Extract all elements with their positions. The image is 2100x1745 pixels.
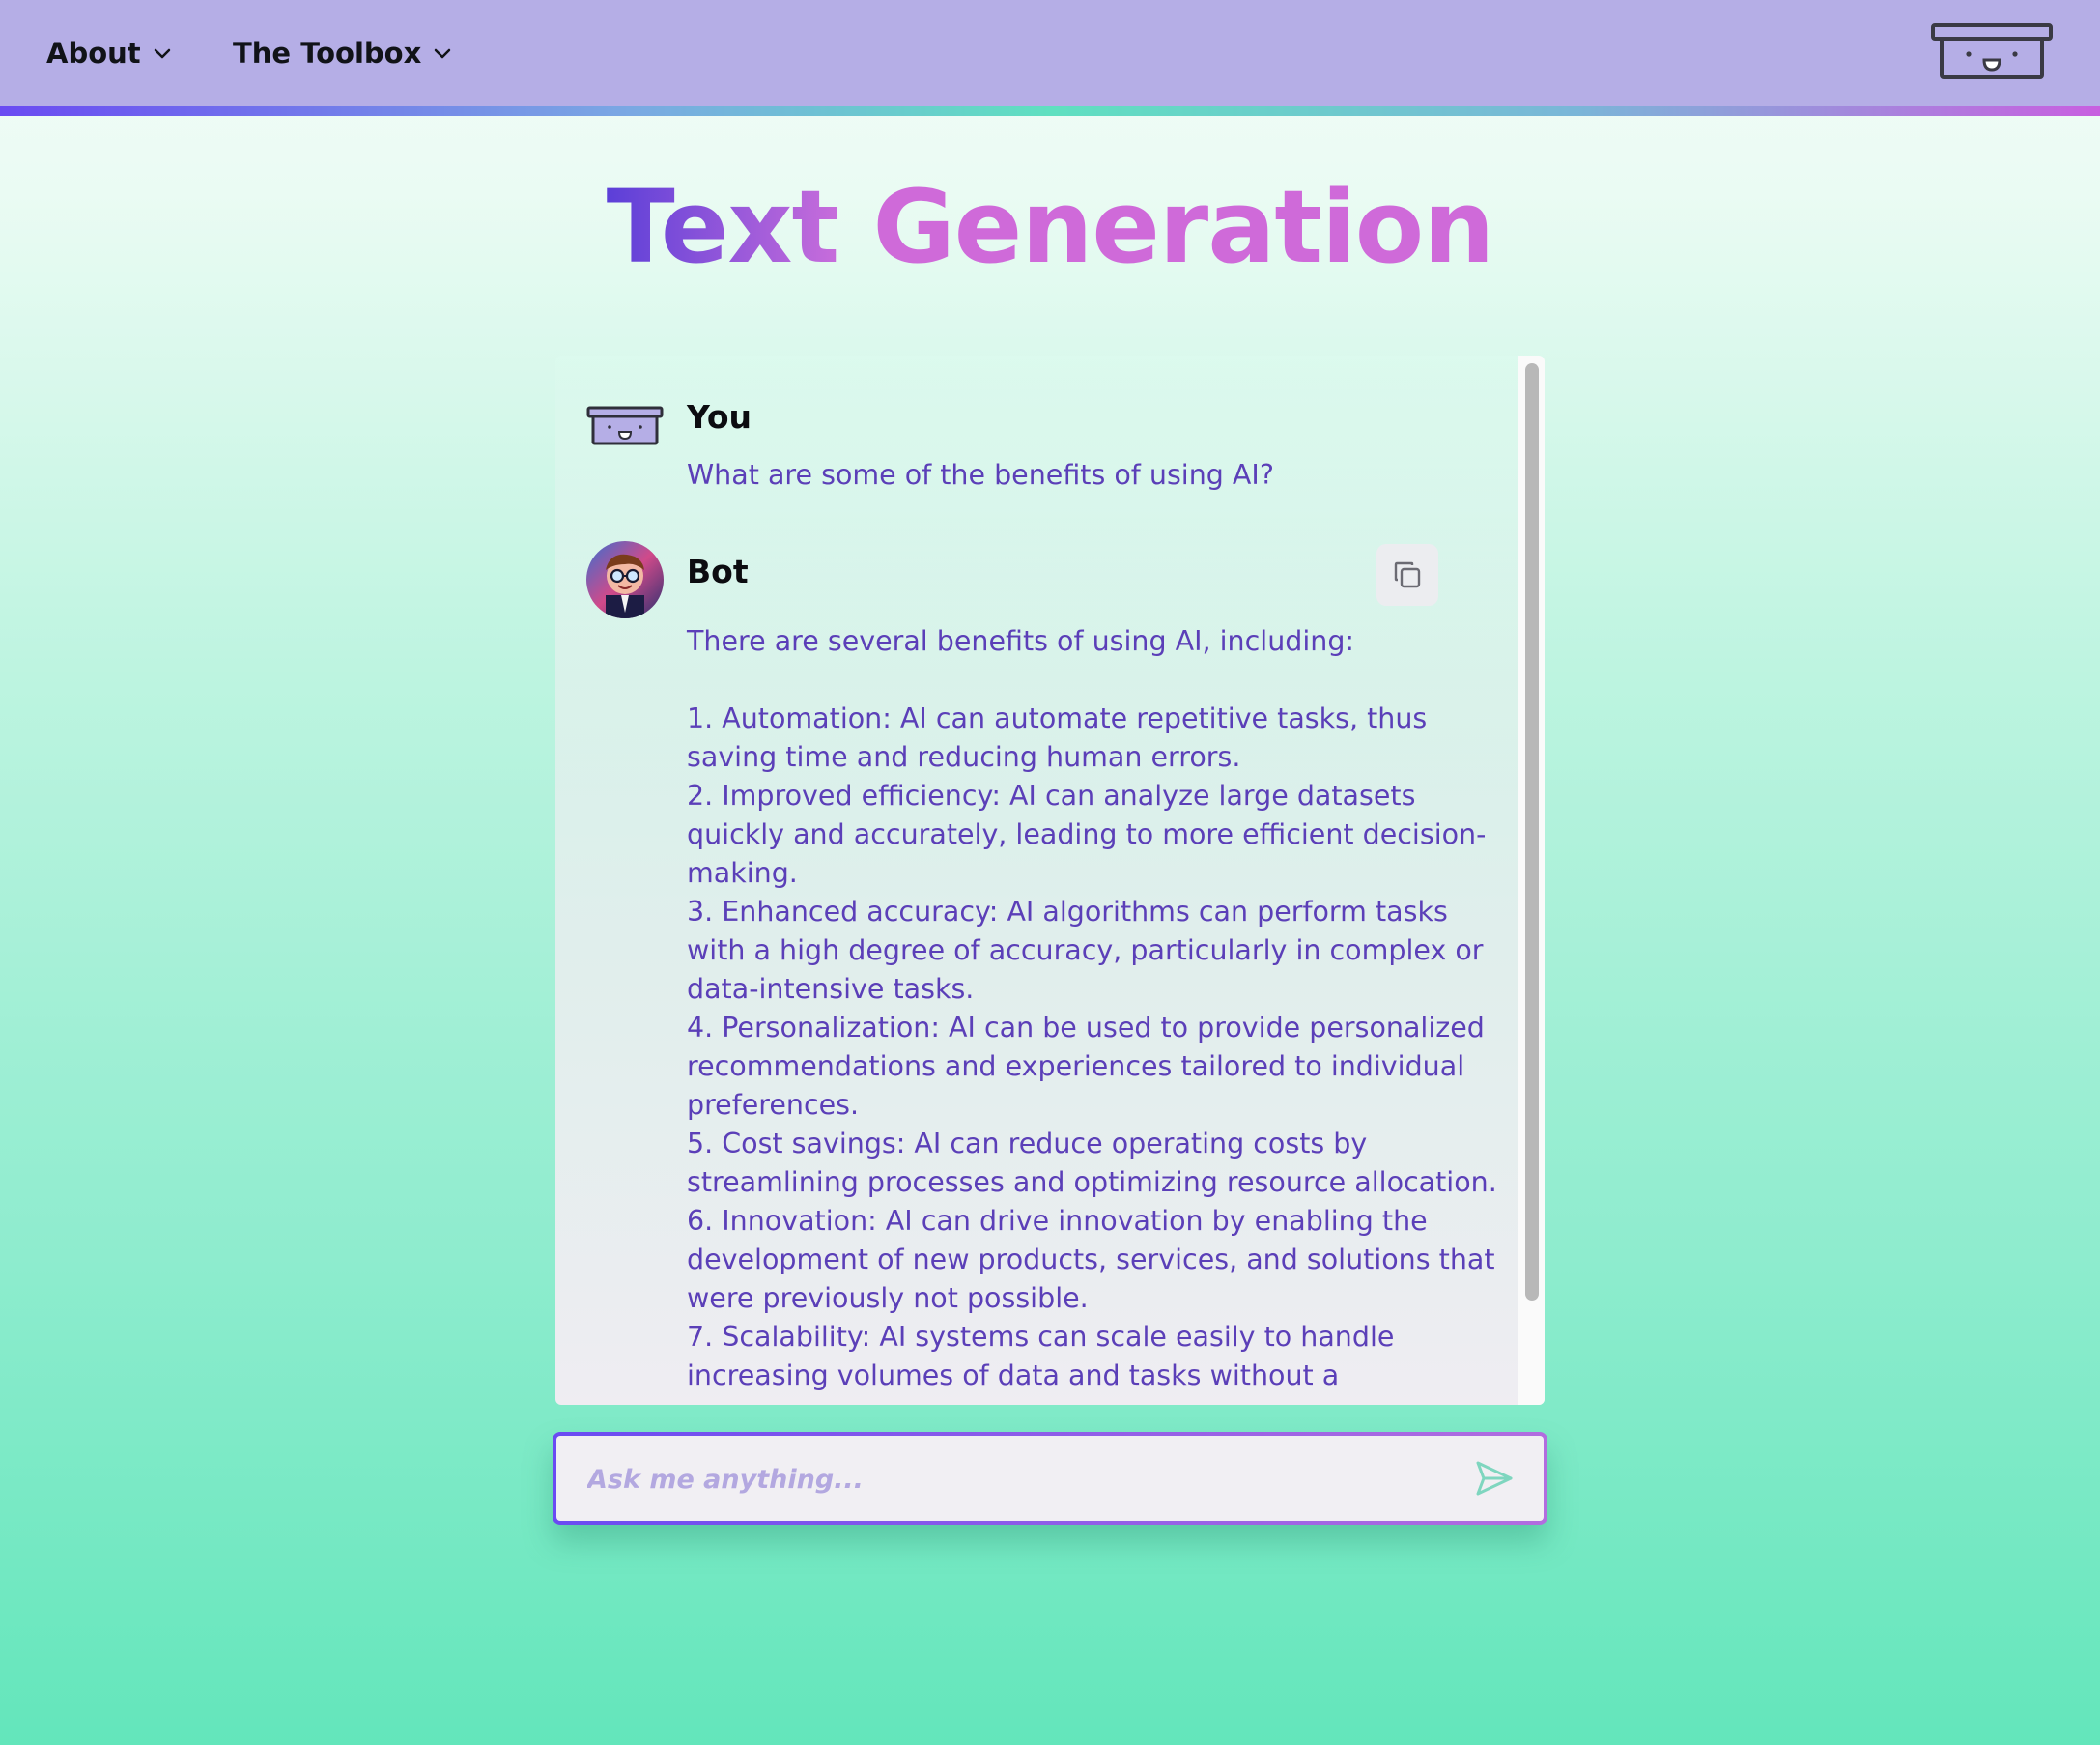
bot-message-text: There are several benefits of using AI, … (687, 625, 1497, 1391)
chevron-down-icon (435, 48, 451, 59)
nav-about-label: About (46, 37, 141, 70)
nav-toolbox-label: The Toolbox (233, 37, 422, 70)
page-title-word-2: Generation (872, 168, 1494, 286)
message-sender-you: You (687, 398, 752, 436)
chat-scrollbar-thumb[interactable] (1525, 363, 1539, 1301)
copy-message-button[interactable] (1376, 544, 1438, 606)
copy-icon (1394, 561, 1421, 588)
message-sender-bot: Bot (687, 553, 749, 590)
page-title: Text Generation (0, 164, 2100, 290)
user-message-text: What are some of the benefits of using A… (687, 459, 1274, 491)
prompt-input[interactable] (585, 1455, 1439, 1503)
chat-conversation-panel[interactable]: You What are some of the benefits of usi… (555, 356, 1545, 1405)
top-nav-bar: About The Toolbox (0, 0, 2100, 106)
send-icon[interactable] (1470, 1455, 1517, 1502)
chat-scrollbar[interactable] (1518, 356, 1545, 1405)
nav-toolbox-menu[interactable]: The Toolbox (233, 31, 452, 75)
toolbox-smile-icon[interactable] (1930, 21, 2054, 83)
nav-about-menu[interactable]: About (46, 31, 172, 75)
bot-avatar (586, 541, 664, 618)
page-title-word-1: Text (606, 168, 839, 286)
chat-composer (553, 1432, 1547, 1525)
chevron-down-icon (154, 48, 170, 59)
nav-accent-stripe (0, 106, 2100, 116)
toolbox-smile-icon (586, 406, 664, 445)
